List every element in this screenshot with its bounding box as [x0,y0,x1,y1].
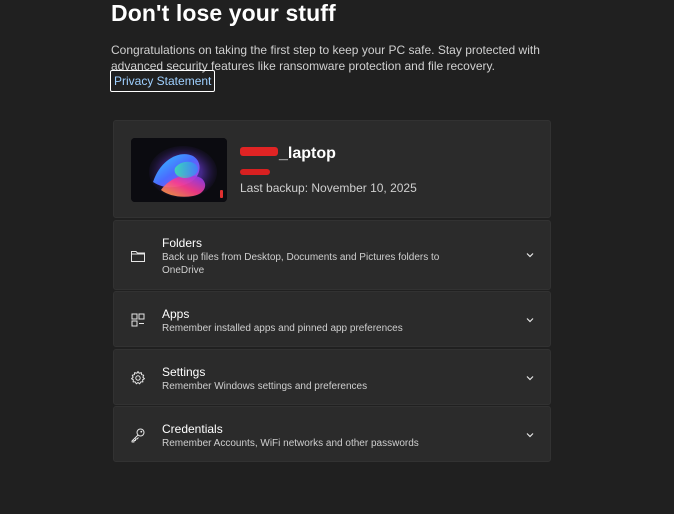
device-card: _laptop Last backup: November 10, 2025 [113,120,551,218]
redaction-mark-small [240,169,270,175]
section-settings[interactable]: Settings Remember Windows settings and p… [113,349,551,405]
section-description: Remember installed apps and pinned app p… [162,323,403,334]
last-backup-text: Last backup: November 10, 2025 [240,181,417,195]
section-description: Remember Accounts, WiFi networks and oth… [162,438,419,449]
gear-icon [130,370,146,386]
section-title: Credentials [162,422,223,436]
section-credentials[interactable]: Credentials Remember Accounts, WiFi netw… [113,406,551,462]
chevron-down-icon[interactable] [525,315,535,325]
section-apps[interactable]: Apps Remember installed apps and pinned … [113,291,551,347]
device-name-suffix: _laptop [279,145,336,162]
device-thumbnail [131,138,227,202]
backup-page: Don't lose your stuff Congratulations on… [0,0,674,514]
page-title: Don't lose your stuff [111,0,336,26]
section-description: Back up files from Desktop, Documents an… [162,252,440,276]
thumbnail-indicator [220,190,223,198]
apps-icon [130,312,146,328]
folder-icon [130,248,146,264]
chevron-down-icon[interactable] [525,373,535,383]
device-name: _laptop [240,145,336,163]
section-folders[interactable]: Folders Back up files from Desktop, Docu… [113,220,551,290]
section-description: Remember Windows settings and preference… [162,381,368,392]
key-icon [130,427,146,443]
section-title: Settings [162,365,206,379]
chevron-down-icon[interactable] [525,250,535,260]
chevron-down-icon[interactable] [525,430,535,440]
section-title: Apps [162,307,190,321]
redaction-mark [240,147,278,156]
section-title: Folders [162,236,203,250]
privacy-statement-link[interactable]: Privacy Statement [110,70,216,92]
